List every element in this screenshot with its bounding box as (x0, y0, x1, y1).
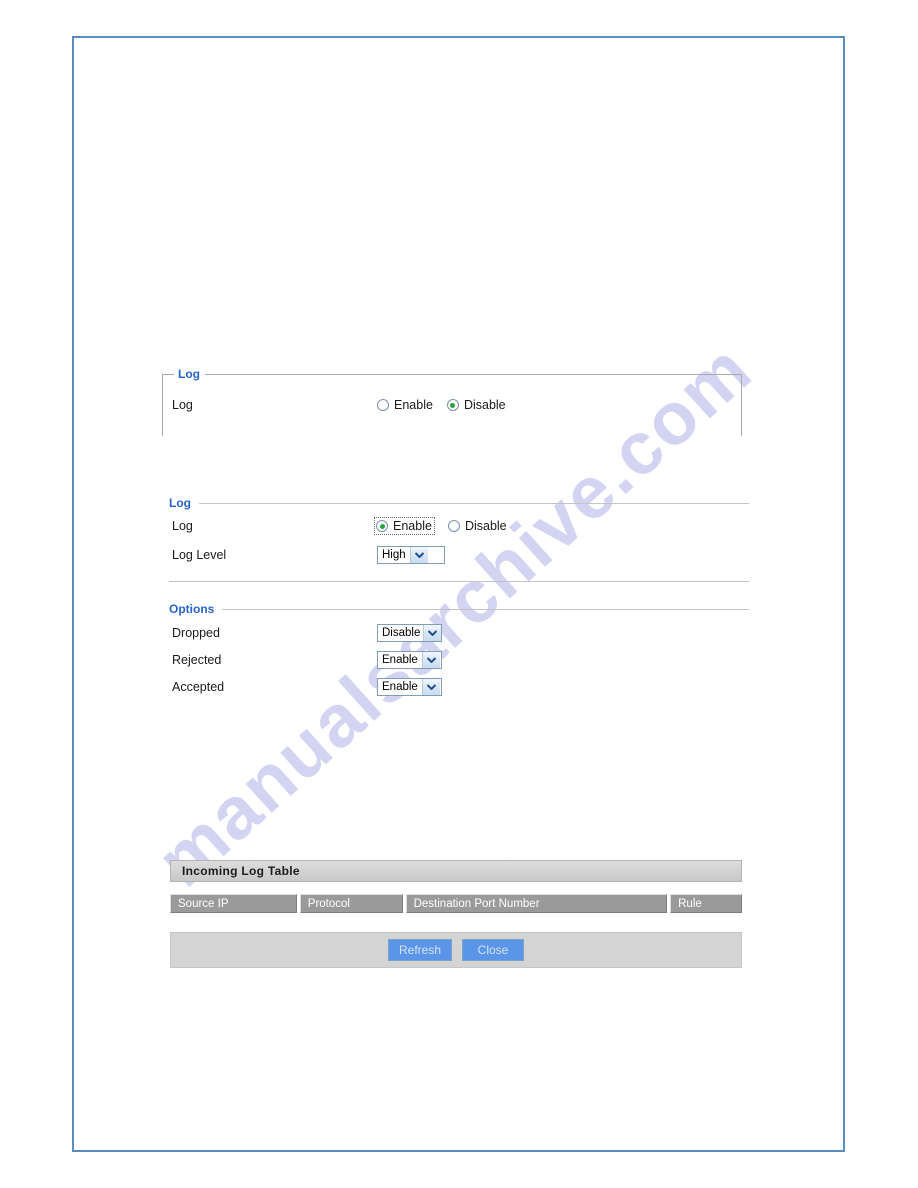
log-detail-radio-enable-label: Enable (393, 519, 432, 533)
log-detail-heading-label: Log (169, 496, 191, 510)
chevron-down-icon[interactable] (421, 652, 440, 668)
heading-rule (222, 608, 749, 610)
log-basic-radio-disable-label: Disable (463, 398, 506, 412)
log-detail-heading: Log (169, 496, 749, 510)
log-detail-radio-group: Enable Disable (374, 517, 521, 535)
incoming-log-table-header: Incoming Log Table (170, 860, 742, 882)
column-header-protocol: Protocol (299, 894, 403, 913)
log-detail-radio-enable[interactable]: Enable (374, 517, 435, 535)
rejected-label: Rejected (172, 653, 222, 667)
log-level-label: Log Level (172, 548, 227, 562)
log-basic-radio-group: Enable Disable (377, 398, 520, 412)
page-content: Log Log Enable Disable Log Log Enable Di… (74, 38, 847, 1154)
log-basic-row: Log Enable Disable (172, 398, 732, 412)
close-button[interactable]: Close (462, 939, 525, 961)
log-basic-legend: Log (174, 367, 205, 381)
options-heading-label: Options (169, 602, 215, 616)
column-header-rule: Rule (670, 894, 742, 913)
accepted-select-value: Enable (382, 681, 418, 693)
log-table-column-headers: Source IP Protocol Destination Port Numb… (170, 894, 742, 913)
log-basic-radio-enable-label: Enable (394, 398, 433, 412)
radio-icon[interactable] (376, 520, 388, 532)
accepted-label: Accepted (172, 680, 225, 694)
radio-icon[interactable] (447, 520, 460, 532)
log-detail-radio-disable[interactable]: Disable (447, 519, 507, 533)
log-level-select[interactable]: High (377, 546, 445, 564)
accepted-select[interactable]: Enable (377, 678, 442, 696)
log-level-select-value: High (382, 549, 406, 561)
log-basic-row-label: Log (172, 398, 193, 412)
column-header-destination-port-number: Destination Port Number (405, 894, 668, 913)
rejected-select-value: Enable (382, 654, 418, 666)
options-row-accepted: Accepted Enable (172, 678, 732, 696)
dropped-select-value: Disable (382, 627, 421, 639)
document-page-frame: Log Log Enable Disable Log Log Enable Di… (72, 36, 845, 1152)
radio-icon[interactable] (446, 399, 459, 411)
incoming-log-table-title: Incoming Log Table (182, 864, 300, 878)
section-divider-rule (169, 581, 749, 582)
chevron-down-icon[interactable] (409, 547, 428, 563)
options-row-rejected: Rejected Enable (172, 651, 732, 669)
log-detail-row-loglevel: Log Level High (172, 546, 732, 564)
column-header-source-ip: Source IP (170, 894, 297, 913)
log-basic-radio-disable[interactable]: Disable (446, 398, 506, 412)
log-detail-row-log-label: Log (172, 519, 193, 533)
radio-icon[interactable] (377, 399, 389, 411)
options-heading: Options (169, 602, 749, 616)
dropped-label: Dropped (172, 626, 220, 640)
log-detail-row-log: Log Enable Disable (172, 517, 732, 535)
log-basic-radio-enable[interactable]: Enable (377, 398, 433, 412)
chevron-down-icon[interactable] (423, 625, 441, 641)
log-detail-radio-disable-label: Disable (464, 519, 507, 533)
log-table-footer-bar: Refresh Close (170, 932, 742, 968)
chevron-down-icon[interactable] (421, 679, 440, 695)
dropped-select[interactable]: Disable (377, 624, 442, 642)
heading-rule (199, 502, 749, 504)
options-row-dropped: Dropped Disable (172, 624, 732, 642)
refresh-button[interactable]: Refresh (387, 939, 453, 961)
rejected-select[interactable]: Enable (377, 651, 442, 669)
